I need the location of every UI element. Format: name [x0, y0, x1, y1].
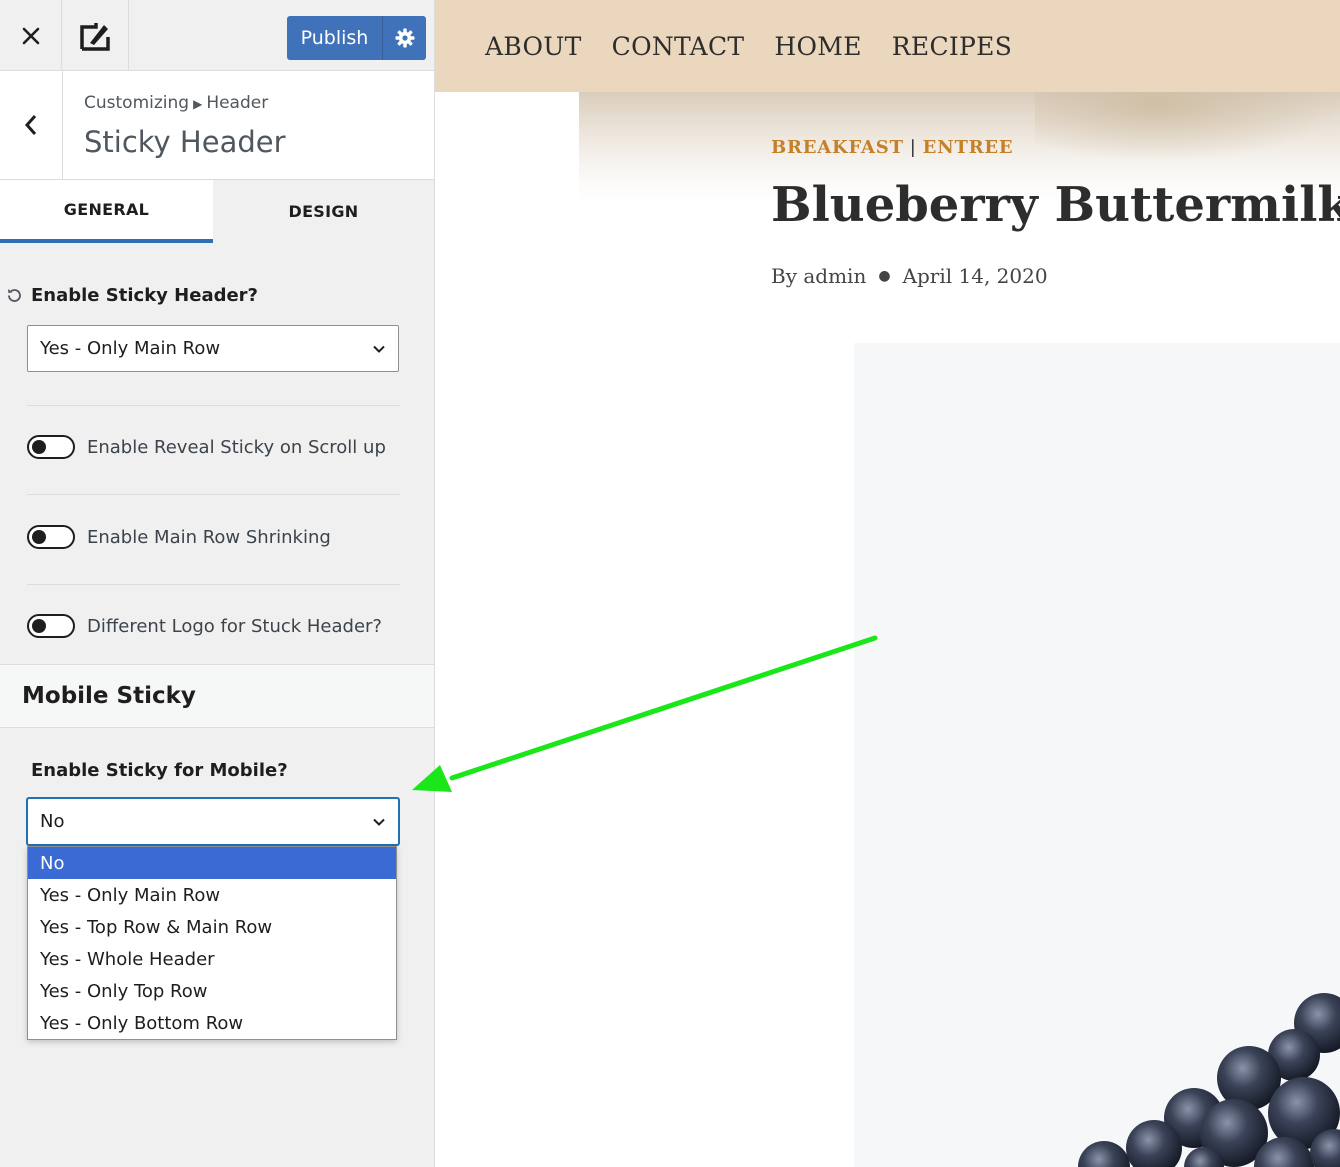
category-separator: | [909, 137, 917, 158]
row-shrinking-toggle-row[interactable]: Enable Main Row Shrinking [27, 523, 407, 551]
blueberries-image [1078, 993, 1340, 1167]
breadcrumb-child: Header [206, 93, 269, 113]
enable-sticky-header-value: Yes - Only Main Row [40, 338, 221, 359]
divider [27, 494, 400, 495]
nav-link-recipes[interactable]: RECIPES [892, 32, 1012, 61]
enable-sticky-header-label: Enable Sticky Header? [31, 285, 258, 306]
reset-icon[interactable] [6, 287, 23, 304]
reveal-sticky-label: Enable Reveal Sticky on Scroll up [87, 436, 386, 458]
gear-icon [395, 28, 414, 48]
nav-link-contact[interactable]: CONTACT [612, 32, 745, 61]
dropdown-option[interactable]: Yes - Only Top Row [28, 975, 396, 1007]
post-date: April 14, 2020 [902, 264, 1048, 288]
divider [27, 584, 400, 585]
meta-separator: ● [878, 268, 891, 284]
toggle-knob [32, 440, 46, 454]
tab-general[interactable]: GENERAL [0, 180, 213, 243]
chevron-down-icon [373, 818, 385, 826]
row-shrinking-toggle[interactable] [27, 525, 75, 549]
toggle-knob [32, 530, 46, 544]
post-categories: BREAKFAST | ENTREE [771, 137, 1013, 158]
site-header-nav: ABOUT CONTACT HOME RECIPES [435, 0, 1340, 92]
row-shrinking-label: Enable Main Row Shrinking [87, 526, 331, 548]
breadcrumb-separator-icon: ▶ [193, 97, 203, 111]
nav-link-about[interactable]: ABOUT [485, 32, 582, 61]
stuck-logo-toggle[interactable] [27, 614, 75, 638]
post-title: Blueberry Buttermilk Pa [771, 177, 1340, 233]
reveal-sticky-toggle[interactable] [27, 435, 75, 459]
close-icon [22, 27, 39, 44]
dropdown-option[interactable]: Yes - Whole Header [28, 943, 396, 975]
mobile-sticky-dropdown-list: No Yes - Only Main Row Yes - Top Row & M… [27, 846, 397, 1040]
back-button[interactable] [0, 71, 63, 179]
publish-button[interactable]: Publish [287, 16, 426, 60]
dropdown-option[interactable]: Yes - Only Main Row [28, 879, 396, 911]
post-meta: By admin ● April 14, 2020 [771, 264, 1048, 288]
category-link[interactable]: BREAKFAST [771, 137, 904, 158]
stuck-logo-toggle-row[interactable]: Different Logo for Stuck Header? [27, 612, 407, 640]
dropdown-option[interactable]: Yes - Top Row & Main Row [28, 911, 396, 943]
post-author[interactable]: By admin [771, 264, 866, 288]
dropdown-option[interactable]: No [28, 847, 396, 879]
publish-label: Publish [300, 27, 369, 49]
site-preview: ABOUT CONTACT HOME RECIPES BREAKFAST | ENT… [435, 0, 1340, 1167]
tab-design[interactable]: DESIGN [213, 180, 434, 243]
toggle-knob [32, 619, 46, 633]
enable-sticky-mobile-select[interactable]: No [27, 798, 399, 845]
stuck-logo-label: Different Logo for Stuck Header? [87, 615, 382, 637]
chevron-left-icon [24, 115, 37, 135]
breadcrumb: Customizing ▶ Header [84, 93, 268, 113]
divider [27, 405, 400, 406]
theme-customizer-icon [80, 22, 110, 51]
featured-image [854, 343, 1340, 1167]
tab-bar: GENERAL DESIGN [0, 180, 434, 243]
theme-info-button[interactable] [62, 0, 129, 71]
reveal-sticky-toggle-row[interactable]: Enable Reveal Sticky on Scroll up [27, 433, 407, 461]
hero-background-detail [1035, 92, 1340, 162]
dropdown-option[interactable]: Yes - Only Bottom Row [28, 1007, 396, 1039]
close-button[interactable] [0, 0, 62, 71]
chevron-down-icon [373, 345, 385, 353]
enable-sticky-mobile-label: Enable Sticky for Mobile? [31, 760, 288, 781]
publish-settings-button[interactable] [382, 16, 426, 60]
nav-link-home[interactable]: HOME [774, 32, 861, 61]
customizer-topbar: Publish [0, 0, 434, 71]
enable-sticky-header-select[interactable]: Yes - Only Main Row [27, 325, 399, 372]
breadcrumb-parent: Customizing [84, 93, 190, 113]
customizer-sidebar: Publish Customizing ▶ Header Sticky Head… [0, 0, 435, 1167]
section-title: Sticky Header [84, 125, 286, 159]
category-link[interactable]: ENTREE [923, 137, 1014, 158]
section-header: Customizing ▶ Header Sticky Header [0, 71, 434, 180]
mobile-sticky-heading: Mobile Sticky [0, 664, 434, 728]
enable-sticky-mobile-value: No [40, 811, 65, 832]
